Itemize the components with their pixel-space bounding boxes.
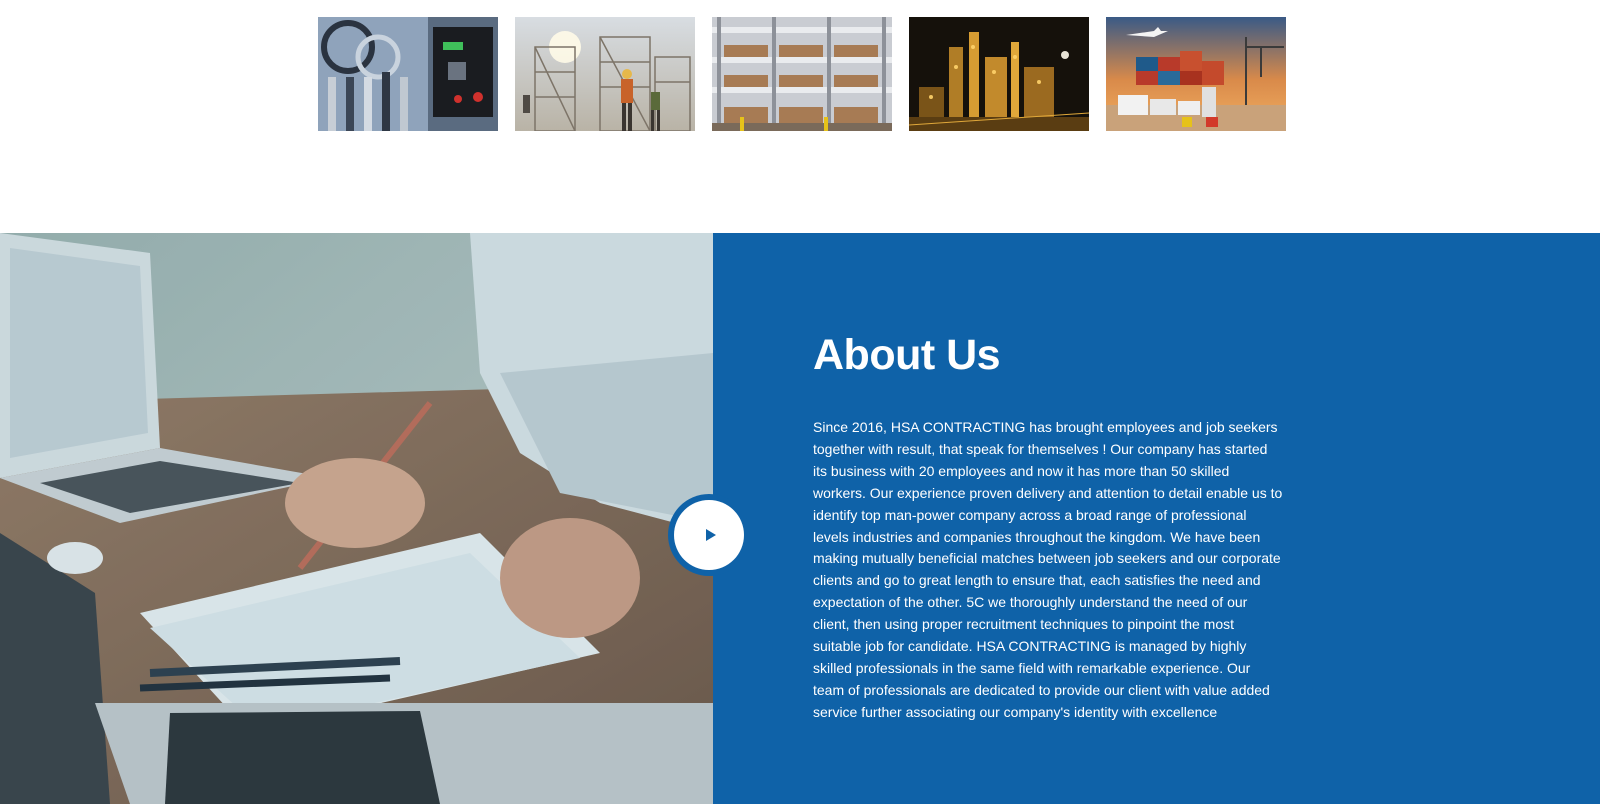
about-panel: About Us Since 2016, HSA CONTRACTING has… bbox=[713, 233, 1600, 804]
gallery-image-warehouse[interactable] bbox=[712, 17, 892, 131]
about-section: About Us Since 2016, HSA CONTRACTING has… bbox=[0, 233, 1600, 804]
gallery-image-industrial[interactable] bbox=[318, 17, 498, 131]
play-button-circle[interactable] bbox=[674, 500, 744, 570]
gallery-image-construction[interactable] bbox=[515, 17, 695, 131]
gallery-image-logistics[interactable] bbox=[1106, 17, 1286, 131]
about-title: About Us bbox=[813, 331, 1001, 379]
about-description: Since 2016, HSA CONTRACTING has brought … bbox=[813, 419, 1283, 720]
video-play-button[interactable] bbox=[668, 494, 750, 576]
play-icon bbox=[705, 529, 716, 541]
image-gallery bbox=[318, 17, 1286, 131]
office-laptop-photo bbox=[0, 233, 713, 804]
gallery-image-refinery[interactable] bbox=[909, 17, 1089, 131]
